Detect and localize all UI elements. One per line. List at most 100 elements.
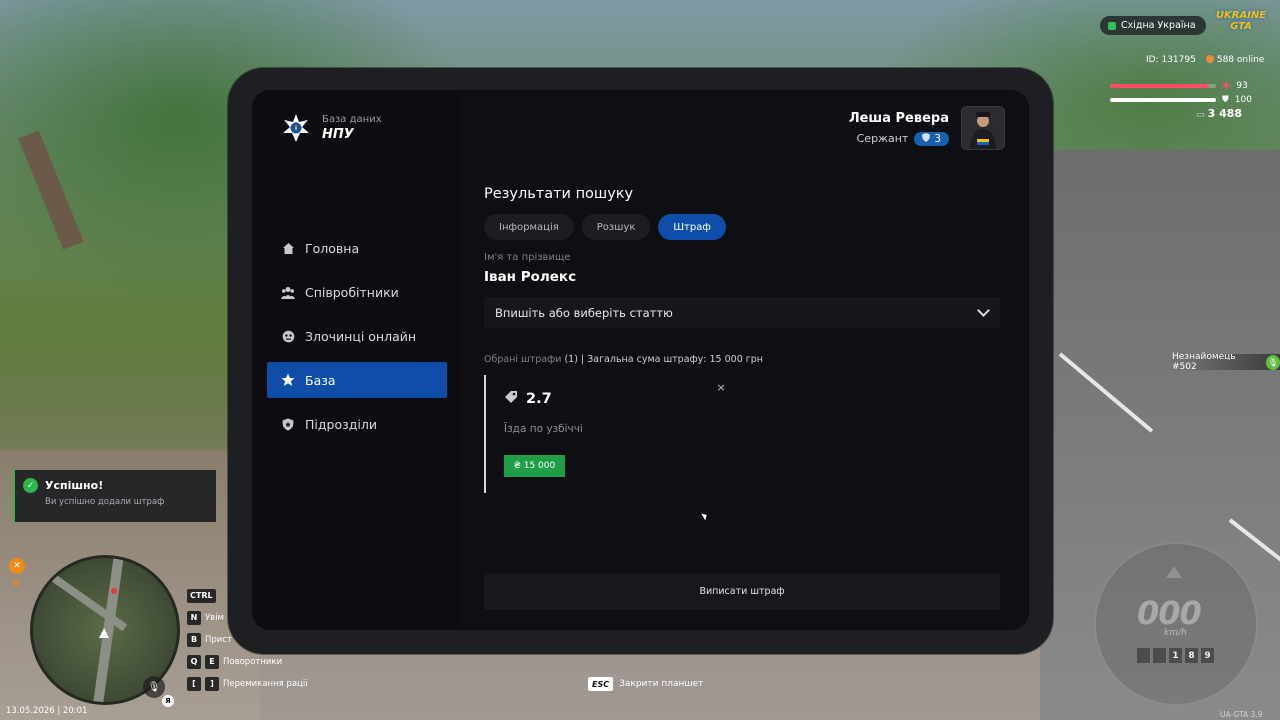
player-info: ID: 131795 588 online — [1146, 55, 1264, 65]
key-hint-row: Q E Поворотники — [187, 654, 308, 669]
user-name: Леша Ревера — [848, 110, 949, 126]
region-name: Східна Україна — [1121, 20, 1196, 31]
fine-summary: Обрані штрафи (1) | Загальна сума штрафу… — [484, 354, 1000, 365]
sidebar-item-label: Підрозділи — [305, 416, 377, 432]
avatar — [961, 106, 1005, 150]
key-hint-row: N Увім — [187, 610, 308, 625]
sidebar-item-employees[interactable]: Співробітники — [267, 274, 447, 310]
cash-icon: ▭ — [1196, 110, 1208, 120]
fine-code: 2.7 — [526, 390, 552, 407]
key: [ — [187, 676, 201, 691]
brand-subtitle: База даних — [322, 114, 382, 125]
summary-prefix: Обрані штрафи — [484, 354, 562, 365]
close-tablet-label: Закрити планшет — [619, 679, 704, 689]
tablet: База даних НПУ Головна Співробітники Зло… — [228, 68, 1053, 654]
toast-title: Успішно! — [45, 479, 104, 492]
rank-shield-icon — [922, 132, 931, 145]
sidebar-item-label: База — [305, 372, 336, 388]
odometer-digit: 8 — [1185, 648, 1198, 663]
datetime: 13.05.2026 | 20:01 — [6, 706, 88, 716]
key: N — [187, 610, 201, 625]
weapon-count: 0 — [13, 579, 20, 589]
close-icon[interactable]: × — [714, 381, 728, 395]
users-icon — [281, 285, 295, 299]
sidebar-item-home[interactable]: Головна — [267, 230, 447, 266]
esc-key: ESC — [588, 677, 614, 691]
weapon-icon: ✕ — [9, 558, 25, 574]
brand-title: НПУ — [322, 127, 354, 142]
tab-fine[interactable]: Штраф — [658, 214, 726, 240]
armor-bar — [1110, 98, 1216, 102]
home-icon — [281, 241, 295, 255]
user-profile: Леша Ревера Сержант 3 — [849, 106, 1005, 150]
key-hint-label: Прист — [205, 634, 232, 645]
odometer-digit: 9 — [1201, 648, 1214, 663]
key-hint-row: [ ] Перемикання раціі — [187, 676, 308, 691]
tab-wanted[interactable]: Розшук — [581, 214, 651, 240]
mask-icon — [281, 329, 295, 343]
key: E — [205, 654, 219, 669]
logo-line-1: UKRAINE — [1215, 10, 1267, 21]
fine-card: × 2.7 Їзда по узбіччі ₴ 15 000 — [484, 375, 736, 493]
key-hint-label: Увім — [205, 612, 224, 623]
check-icon: ✓ — [23, 478, 38, 493]
odometer-digit — [1153, 648, 1166, 663]
name-value: Іван Ролекс — [484, 269, 577, 285]
key: CTRL — [187, 588, 216, 603]
warning-icon — [1166, 566, 1182, 578]
sidebar-item-criminals[interactable]: Злочинці онлайн — [267, 318, 447, 354]
tab-information[interactable]: Інформація — [484, 214, 574, 240]
rank-badge: 3 — [914, 131, 949, 146]
toast-subtitle: Ви успішно додали штраф — [45, 497, 165, 507]
tag-icon — [504, 389, 518, 408]
key-hint-label: Поворотники — [223, 656, 283, 667]
article-select[interactable]: Впишіть або виберіть статтю — [484, 297, 1000, 328]
online-count: 588 online — [1216, 55, 1265, 65]
shield-icon — [281, 417, 295, 431]
name-label: Ім'я та прізвище — [484, 252, 571, 263]
brand: База даних НПУ — [280, 112, 382, 144]
rank-level: 3 — [934, 132, 941, 145]
issue-fine-button[interactable]: Виписати штраф — [484, 573, 1000, 610]
player-nametag: Незнайомець #502 🎙 — [1168, 352, 1280, 372]
key-hint-label: Перемикання раціі — [223, 678, 308, 689]
health-row: ✚ 93 — [1110, 80, 1260, 92]
armor-icon: ⛊ — [1222, 95, 1229, 105]
main-content: Результати пошуку Інформація Розшук Штра… — [484, 186, 1000, 493]
money: ▭ 3 488 — [1196, 107, 1242, 120]
tree-trunk — [18, 130, 84, 250]
sidebar-item-database[interactable]: База — [267, 362, 447, 398]
fine-amount: 15 000 — [523, 461, 556, 471]
tablet-screen: База даних НПУ Головна Співробітники Зло… — [252, 90, 1029, 630]
tabs: Інформація Розшук Штраф — [484, 214, 1000, 240]
sidebar-item-label: Головна — [305, 240, 360, 256]
money-value: 3 488 — [1207, 107, 1243, 120]
sidebar-nav: Головна Співробітники Злочинці онлайн Ба… — [267, 230, 447, 450]
microphone-icon[interactable]: 🎙 — [143, 676, 165, 698]
summary-text: (1) | Загальна сума штрафу: 15 000 грн — [561, 354, 763, 365]
health-bar — [1110, 84, 1216, 88]
odometer-digit — [1137, 648, 1150, 663]
fine-amount-badge: ₴ 15 000 — [504, 455, 565, 477]
online-icon — [1205, 55, 1214, 63]
health-icon: ✚ — [1222, 80, 1231, 92]
sidebar-item-units[interactable]: Підрозділи — [267, 406, 447, 442]
article-select-placeholder: Впишіть або виберіть статтю — [495, 305, 673, 320]
online-count-wrap: 588 online — [1205, 55, 1265, 65]
key: B — [187, 632, 201, 647]
language-indicator: Я — [162, 695, 174, 707]
close-tablet-hint: ESC Закрити планшет — [588, 677, 703, 691]
chevron-down-icon — [977, 304, 990, 317]
sidebar-item-label: Злочинці онлайн — [305, 328, 417, 344]
health-value: 93 — [1236, 81, 1248, 91]
key-hint-row: CTRL — [187, 588, 308, 603]
odometer: 1 8 9 — [1137, 648, 1214, 663]
player-arrow-icon — [99, 628, 109, 638]
armor-row: ⛊ 100 — [1110, 94, 1260, 106]
hryvnia-icon: ₴ — [513, 461, 521, 471]
page-title: Результати пошуку — [484, 186, 634, 202]
armor-value: 100 — [1234, 95, 1252, 105]
sidebar: База даних НПУ Головна Співробітники Зло… — [252, 90, 460, 630]
speed-value: 000 — [1137, 594, 1202, 632]
star-icon — [281, 373, 295, 387]
